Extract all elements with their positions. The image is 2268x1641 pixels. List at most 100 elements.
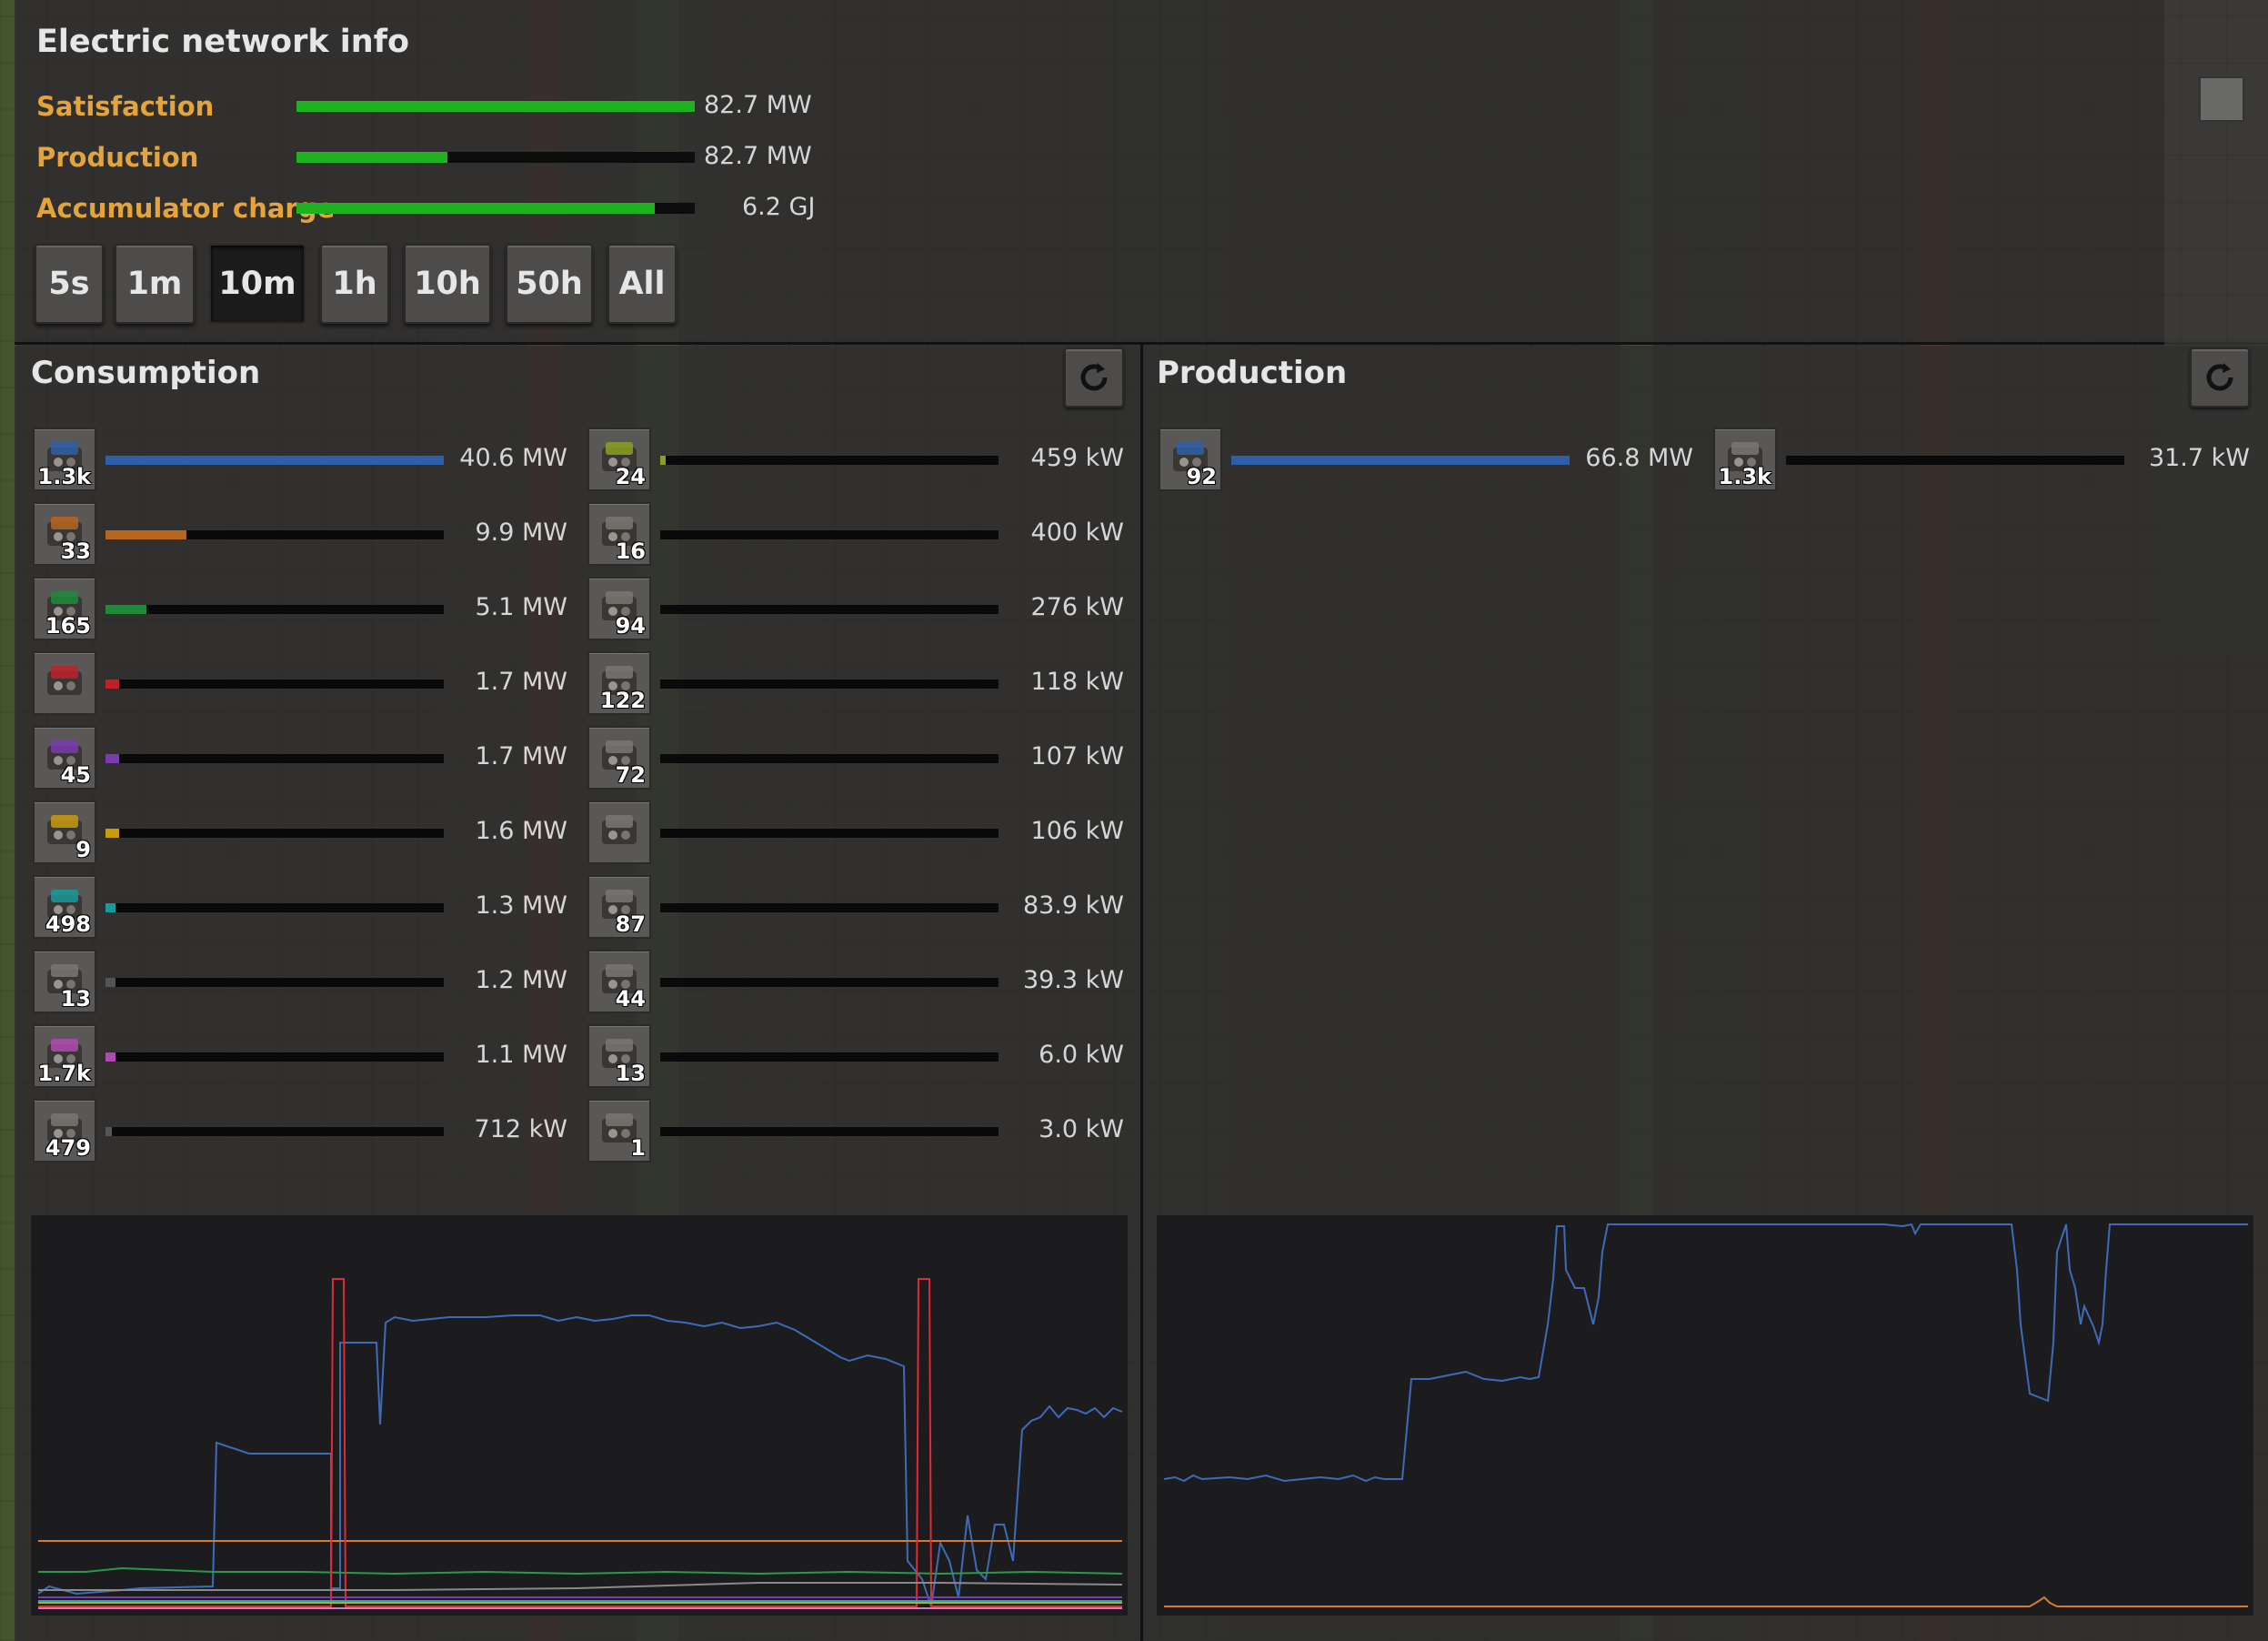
consumption-row-bar — [660, 605, 999, 614]
consumption-row-entity-slot[interactable] — [587, 800, 651, 864]
satisfaction-bar — [296, 101, 695, 112]
entity-count: 72 — [615, 762, 646, 788]
consumption-row-bar — [660, 1127, 999, 1136]
entity-count: 13 — [60, 986, 91, 1012]
consumption-row-bar — [105, 456, 444, 465]
entity-count: 1 — [630, 1135, 646, 1161]
consumption-row-entity-slot[interactable]: 9 — [33, 800, 96, 864]
entity-count: 94 — [615, 613, 646, 639]
consumption-row-entity-slot[interactable]: 13 — [587, 1024, 651, 1088]
pump-icon — [597, 808, 642, 851]
consumption-row-entity-slot[interactable] — [33, 651, 96, 715]
consumption-row-bar — [105, 680, 444, 689]
consumption-row-entity-slot[interactable]: 122 — [587, 651, 651, 715]
consumption-row-bar — [660, 1052, 999, 1062]
consumption-row-bar — [105, 978, 444, 987]
consumption-row-bar — [105, 530, 444, 539]
consumption-row-entity-slot[interactable]: 498 — [33, 875, 96, 939]
consumption-row-value: 1.7 MW — [475, 668, 567, 696]
consumption-row-bar — [105, 1127, 444, 1136]
consumption-row-bar — [660, 530, 999, 539]
consumption-row-bar — [660, 978, 999, 987]
entity-count: 1.3k — [1718, 464, 1771, 489]
consumption-row-bar — [660, 829, 999, 838]
time-button-all[interactable]: All — [607, 244, 677, 324]
consumption-graph-plot — [37, 1278, 1123, 1609]
consumption-row-entity-slot[interactable]: 44 — [587, 950, 651, 1013]
consumption-row-entity-slot[interactable]: 479 — [33, 1099, 96, 1163]
consumption-row-value: 118 kW — [1030, 668, 1124, 696]
production-series-steam-engine — [1163, 1223, 2248, 1483]
accumulator-charge-value: 6.2 GJ — [742, 193, 816, 221]
consumption-row-value: 1.6 MW — [475, 817, 567, 845]
consumption-row-bar — [660, 903, 999, 912]
refresh-icon — [1080, 363, 1108, 391]
window-title: Electric network info — [36, 24, 409, 60]
time-button-10m[interactable]: 10m — [209, 244, 306, 324]
consumption-row-entity-slot[interactable]: 45 — [33, 726, 96, 790]
consumption-row-value: 712 kW — [474, 1115, 567, 1143]
consumption-row-bar — [105, 903, 444, 912]
consumption-row-entity-slot[interactable]: 16 — [587, 502, 651, 566]
accumulator-charge-label: Accumulator charge — [36, 193, 336, 224]
consumption-row-entity-slot[interactable]: 165 — [33, 577, 96, 640]
consumption-row-entity-slot[interactable]: 1.7k — [33, 1024, 96, 1088]
consumption-row-bar — [105, 1052, 444, 1062]
entity-count: 87 — [615, 911, 646, 937]
time-button-10h[interactable]: 10h — [404, 244, 491, 324]
consumption-refresh-button[interactable] — [1064, 347, 1124, 408]
entity-count: 13 — [615, 1061, 646, 1086]
consumption-row-value: 1.7 MW — [475, 742, 567, 770]
entity-count: 1.7k — [37, 1061, 91, 1086]
entity-count: 16 — [615, 539, 646, 564]
consumption-row-bar — [105, 605, 444, 614]
consumption-row-entity-slot[interactable]: 13 — [33, 950, 96, 1013]
entity-count: 122 — [599, 688, 646, 713]
time-button-1m[interactable]: 1m — [115, 244, 195, 324]
consumption-title: Consumption — [31, 355, 261, 391]
consumption-row-entity-slot[interactable]: 33 — [33, 502, 96, 566]
production-refresh-button[interactable] — [2190, 347, 2250, 408]
entity-count: 1.3k — [37, 464, 91, 489]
consumption-row-value: 400 kW — [1030, 518, 1124, 547]
consumption-row-entity-slot[interactable]: 24 — [587, 428, 651, 491]
consumption-row-entity-slot[interactable]: 1.3k — [33, 428, 96, 491]
consumption-row-value: 276 kW — [1030, 593, 1124, 621]
production-value: 82.7 MW — [704, 142, 812, 170]
consumption-row-value: 6.0 kW — [1039, 1041, 1124, 1069]
entity-count: 9 — [75, 837, 91, 862]
consumption-row-entity-slot[interactable]: 1 — [587, 1099, 651, 1163]
consumption-row-entity-slot[interactable]: 72 — [587, 726, 651, 790]
entity-count: 498 — [45, 911, 91, 937]
minimap-toggle-button[interactable] — [2199, 76, 2244, 122]
production-graph — [1157, 1215, 2253, 1616]
consumption-row-value: 83.9 kW — [1022, 891, 1124, 920]
time-button-5s[interactable]: 5s — [35, 244, 104, 324]
consumption-row-value: 39.3 kW — [1022, 966, 1124, 994]
consumption-series-lamp — [38, 1278, 1122, 1607]
production-bar — [296, 152, 695, 163]
production-graph-plot — [1163, 1223, 2248, 1607]
consumption-row-value: 5.1 MW — [475, 593, 567, 621]
entity-count: 165 — [45, 613, 91, 639]
entity-count: 33 — [60, 539, 91, 564]
production-row-entity-slot[interactable]: 92 — [1159, 428, 1222, 491]
satisfaction-value: 82.7 MW — [704, 91, 812, 119]
consumption-row-bar — [105, 754, 444, 763]
consumption-row-bar — [660, 456, 999, 465]
production-row-bar — [1786, 456, 2124, 465]
time-button-1h[interactable]: 1h — [320, 244, 389, 324]
consumption-row-entity-slot[interactable]: 94 — [587, 577, 651, 640]
time-button-50h[interactable]: 50h — [506, 244, 593, 324]
entity-count: 45 — [60, 762, 91, 788]
production-title: Production — [1157, 355, 1348, 391]
accumulator-charge-bar — [296, 203, 695, 214]
satisfaction-label: Satisfaction — [36, 91, 215, 122]
entity-count: 479 — [45, 1135, 91, 1161]
production-label: Production — [36, 142, 199, 173]
consumption-row-bar — [105, 829, 444, 838]
consumption-row-entity-slot[interactable]: 87 — [587, 875, 651, 939]
consumption-row-value: 459 kW — [1030, 444, 1124, 472]
refresh-icon — [2206, 363, 2233, 391]
production-row-entity-slot[interactable]: 1.3k — [1713, 428, 1777, 491]
